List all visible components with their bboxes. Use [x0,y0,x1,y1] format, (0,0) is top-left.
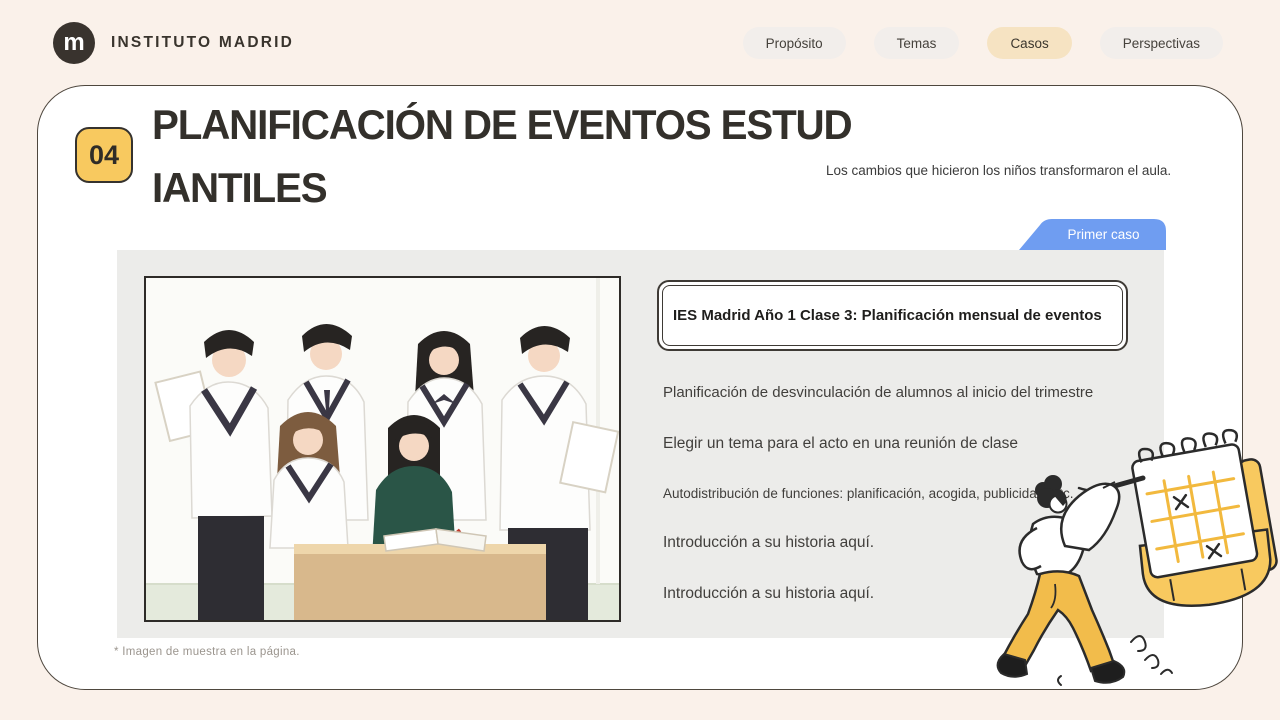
header: m INSTITUTO MADRID Propósito Temas Casos… [0,0,1280,86]
case-tab-label: Primer caso [1049,219,1158,250]
case-dropdown[interactable]: IES Madrid Año 1 Clase 3: Planificación … [657,280,1128,351]
nav-item-temas[interactable]: Temas [874,27,960,59]
nav-item-perspectivas[interactable]: Perspectivas [1100,27,1223,59]
slide-number-badge: 04 [75,127,133,183]
main-nav: Propósito Temas Casos Perspectivas [743,27,1223,59]
image-footnote: * Imagen de muestra en la página. [114,646,300,658]
case-dropdown-value: IES Madrid Año 1 Clase 3: Planificación … [673,307,1102,324]
slide-subtitle: Los cambios que hicieron los niños trans… [826,163,1186,178]
students-photo [144,276,621,622]
list-item: Elegir un tema para el acto en una reuni… [663,435,1018,453]
list-item: Planificación de desvinculación de alumn… [663,384,1093,401]
nav-item-proposito[interactable]: Propósito [743,27,846,59]
students-photo-illustration [146,278,619,620]
brand-logo-icon: m [53,22,95,64]
list-item: Introducción a su historia aquí. [663,534,874,552]
page-title-line2: IANTILES [152,164,326,212]
page-title-line1: PLANIFICACIÓN DE EVENTOS ESTUD [152,101,851,149]
nav-item-casos[interactable]: Casos [987,27,1071,59]
person-calendar-icon [995,424,1280,700]
list-item: Introducción a su historia aquí. [663,585,874,603]
logo-glyph: m [63,29,84,57]
case-dropdown-inner: IES Madrid Año 1 Clase 3: Planificación … [662,285,1123,346]
person-marking-calendar-illustration [995,424,1280,700]
brand-title: INSTITUTO MADRID [111,34,294,52]
case-tab[interactable]: Primer caso [1019,219,1166,250]
